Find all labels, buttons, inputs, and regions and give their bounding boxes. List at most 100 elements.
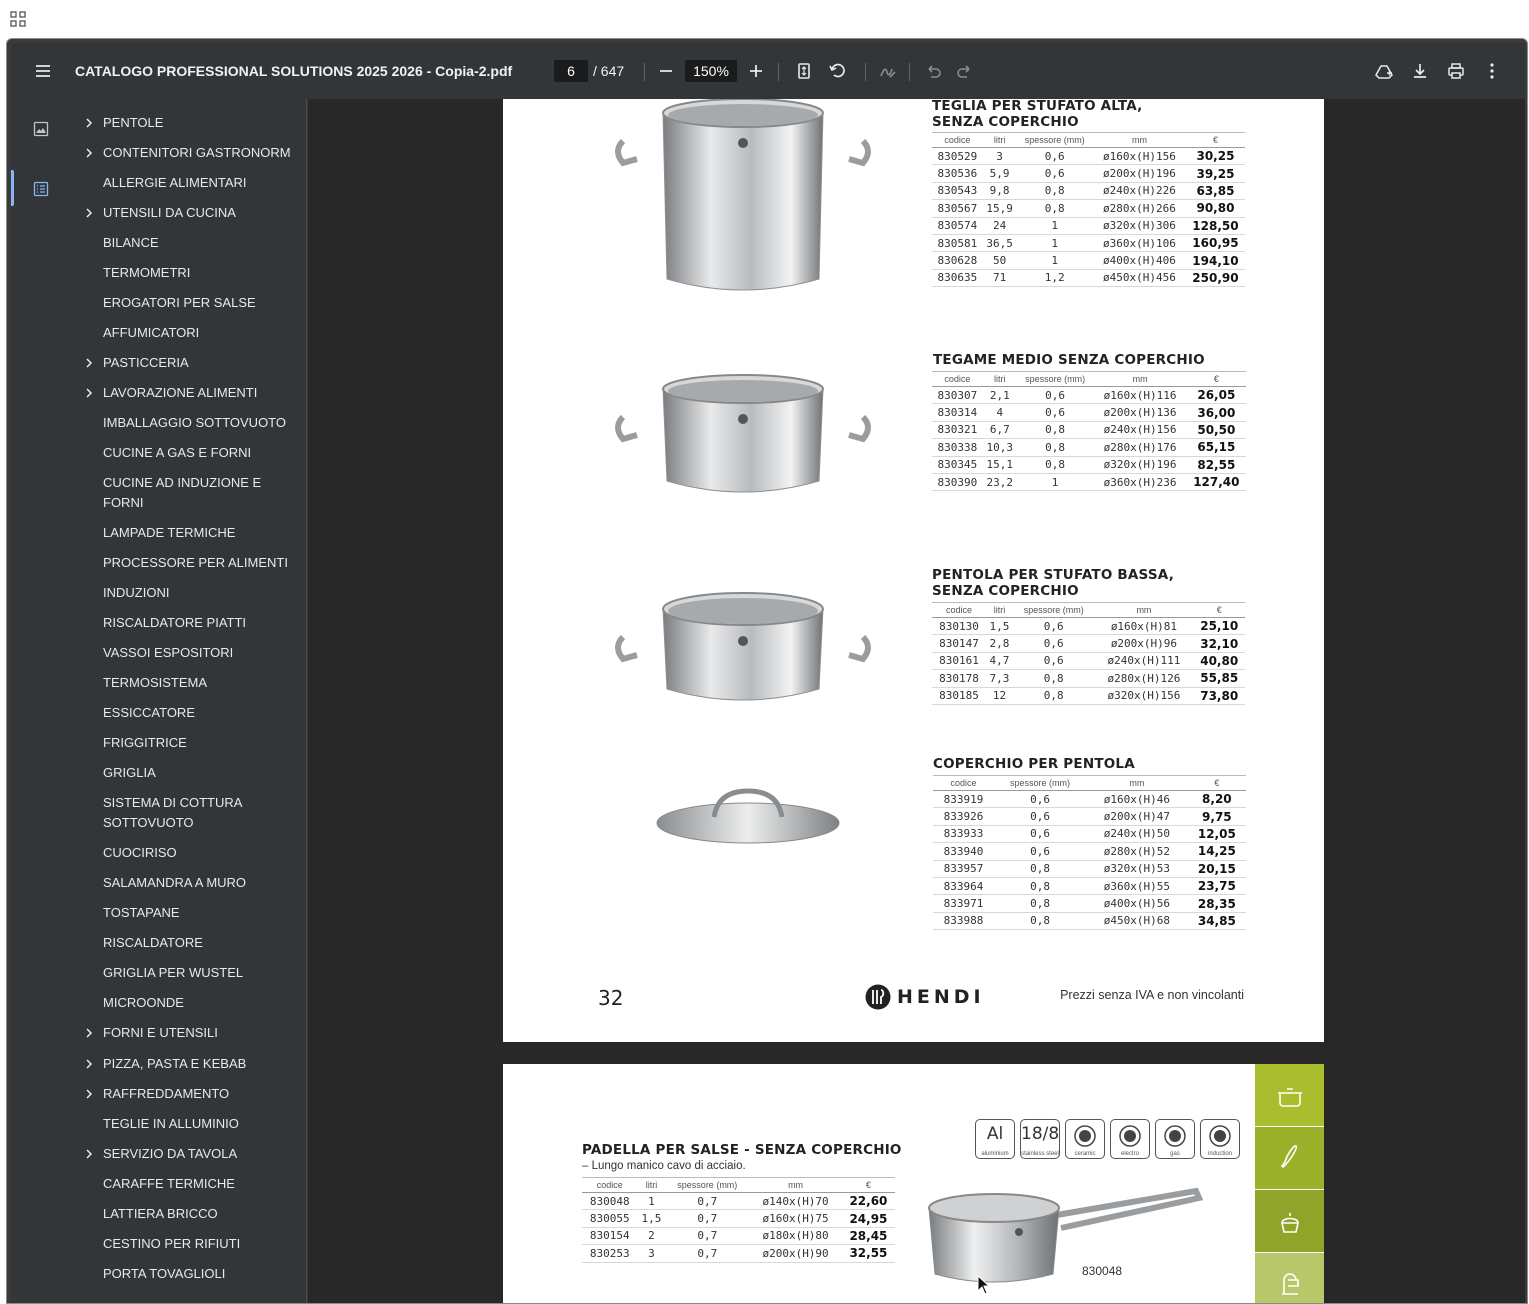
table-cell: ø400x(H)56 xyxy=(1086,894,1188,913)
chevron-right-icon[interactable] xyxy=(83,143,95,163)
table-cell: 250,90 xyxy=(1185,269,1245,288)
table-cell: 2 xyxy=(637,1227,666,1246)
page-number-input[interactable]: 6 xyxy=(554,60,588,82)
table-row: 830154 2 0,7 ø180x(H)80 28,45 xyxy=(582,1227,895,1246)
table-cell: 4,7 xyxy=(985,652,1013,671)
annotate-icon[interactable] xyxy=(878,61,898,81)
outline-item-label: FRIGGITRICE xyxy=(103,735,187,750)
category-tab[interactable] xyxy=(1255,1190,1324,1252)
outline-item-label: PIZZA, PASTA E KEBAB xyxy=(103,1056,247,1071)
chevron-right-icon[interactable] xyxy=(83,1144,95,1164)
material-badge-aluminium-icon: Al aluminium xyxy=(975,1119,1015,1159)
table-cell: 0,8 xyxy=(1016,438,1094,457)
outline-item-label: VASSOI ESPOSITORI xyxy=(103,645,234,660)
pdf-toolbar: CATALOGO PROFESSIONAL SOLUTIONS 2025 202… xyxy=(11,43,1525,99)
category-tab[interactable] xyxy=(1255,1127,1324,1189)
zoom-in-icon[interactable] xyxy=(746,61,766,81)
table-row: 830567 15,9 0,8 ø280x(H)266 90,80 xyxy=(932,199,1245,218)
table-cell: 0,6 xyxy=(993,842,1087,861)
table-cell: 127,40 xyxy=(1186,473,1246,492)
table-cell: 1,5 xyxy=(637,1209,666,1228)
table-cell: 0,6 xyxy=(1012,617,1095,636)
table-cell: 12 xyxy=(985,687,1013,705)
table-cell: 830345 xyxy=(932,456,983,474)
table-cell: 39,25 xyxy=(1185,164,1245,183)
redo-icon[interactable] xyxy=(955,61,975,81)
download-icon[interactable] xyxy=(1410,61,1430,81)
table-row: 833957 0,8 ø320x(H)53 20,15 xyxy=(933,860,1246,878)
category-tab[interactable] xyxy=(1255,1253,1324,1303)
print-icon[interactable] xyxy=(1446,61,1466,81)
chevron-right-icon[interactable] xyxy=(83,1084,95,1104)
table-cell: 4 xyxy=(982,403,1017,422)
zoom-level-input[interactable]: 150% xyxy=(685,60,737,82)
menu-icon[interactable] xyxy=(33,61,53,81)
table-header-cell: mm xyxy=(1093,371,1187,387)
rotate-icon[interactable] xyxy=(827,61,847,81)
table-cell: 34,85 xyxy=(1187,912,1246,931)
outline-item-label: INDUZIONI xyxy=(103,585,170,600)
table-header-cell: mm xyxy=(1086,775,1188,791)
outline-item-label: LAVORAZIONE ALIMENTI xyxy=(103,385,258,400)
table-cell: 2,8 xyxy=(985,634,1013,653)
table-row: 830307 2,1 0,6 ø160x(H)116 26,05 xyxy=(932,386,1246,405)
outline-item-label: GRIGLIA PER WUSTEL xyxy=(103,965,244,980)
table-cell: ø360x(H)236 xyxy=(1093,473,1187,492)
table-cell: ø160x(H)81 xyxy=(1094,617,1194,636)
table-cell: 833933 xyxy=(933,825,994,844)
apps-grid-icon[interactable] xyxy=(10,11,26,27)
outline-item-label: PROCESSORE PER ALIMENTI xyxy=(103,555,288,570)
table-cell: 830185 xyxy=(932,687,986,705)
chevron-right-icon[interactable] xyxy=(83,1023,95,1043)
document-title: CATALOGO PROFESSIONAL SOLUTIONS 2025 202… xyxy=(75,63,513,79)
table-cell: 830529 xyxy=(932,147,983,166)
active-indicator xyxy=(11,170,14,206)
undo-icon[interactable] xyxy=(923,61,943,81)
pdf-page-33: PADELLA PER SALSE - SENZA COPERCHIO – Lu… xyxy=(503,1064,1324,1303)
table-row: 830147 2,8 0,6 ø200x(H)96 32,10 xyxy=(932,634,1245,653)
table-cell: 830338 xyxy=(932,438,983,457)
table-header-cell: mm xyxy=(749,1177,842,1193)
table-row: 830178 7,3 0,8 ø280x(H)126 55,85 xyxy=(932,669,1245,688)
table-cell: 0,8 xyxy=(993,877,1087,896)
table-row: 833940 0,6 ø280x(H)52 14,25 xyxy=(933,842,1246,861)
table-cell: ø200x(H)90 xyxy=(749,1244,842,1263)
table-cell: ø240x(H)50 xyxy=(1086,825,1188,844)
chevron-right-icon[interactable] xyxy=(83,383,95,403)
chevron-right-icon[interactable] xyxy=(83,113,95,133)
material-label: ceramic xyxy=(1074,1151,1096,1157)
document-viewer[interactable]: 32 HENDI Prezzi senza IVA e non vincolan… xyxy=(308,99,1525,1303)
table-cell: ø280x(H)52 xyxy=(1086,842,1188,861)
fit-page-icon[interactable] xyxy=(794,61,814,81)
price-table: codice litri spessore (mm) mm €830307 2,1 0,6 ø… xyxy=(932,371,1246,492)
chevron-right-icon[interactable] xyxy=(83,1054,95,1074)
table-header-cell: € xyxy=(841,1177,895,1193)
table-cell: ø200x(H)196 xyxy=(1093,164,1186,183)
thumbnails-icon[interactable] xyxy=(33,121,49,137)
table-row: 830390 23,2 1 ø360x(H)236 127,40 xyxy=(932,473,1246,492)
outline-icon[interactable] xyxy=(33,181,49,197)
table-cell: 830574 xyxy=(932,217,983,235)
product-title: TEGAME MEDIO SENZA COPERCHIO xyxy=(933,352,1205,368)
outline-item-label: TOSTAPANE xyxy=(103,905,180,920)
table-cell: ø160x(H)46 xyxy=(1086,790,1188,809)
table-cell: 833919 xyxy=(933,790,994,809)
more-options-icon[interactable] xyxy=(1482,61,1502,81)
category-tab[interactable] xyxy=(1255,1064,1324,1126)
outline-item-label: PORTA TOVAGLIOLI xyxy=(103,1266,226,1281)
outline-item-label: FORNI E UTENSILI xyxy=(103,1025,218,1040)
outline-item-label: SALAMANDRA A MURO xyxy=(103,875,247,890)
table-header-cell: codice xyxy=(933,775,994,791)
table-header-cell: codice xyxy=(932,132,983,148)
table-cell: 24,95 xyxy=(841,1209,895,1228)
material-label: stainless steel xyxy=(1021,1151,1059,1157)
zoom-out-icon[interactable] xyxy=(656,61,676,81)
table-cell: 26,05 xyxy=(1186,386,1246,405)
hendi-logo-mark-icon xyxy=(865,984,891,1010)
save-to-drive-icon[interactable] xyxy=(1374,61,1394,81)
chevron-right-icon[interactable] xyxy=(83,203,95,223)
chevron-right-icon[interactable] xyxy=(83,353,95,373)
table-cell: ø160x(H)75 xyxy=(749,1209,842,1228)
outline-item-label: CUOCIRISO xyxy=(103,845,177,860)
table-cell: 12,05 xyxy=(1187,825,1246,844)
